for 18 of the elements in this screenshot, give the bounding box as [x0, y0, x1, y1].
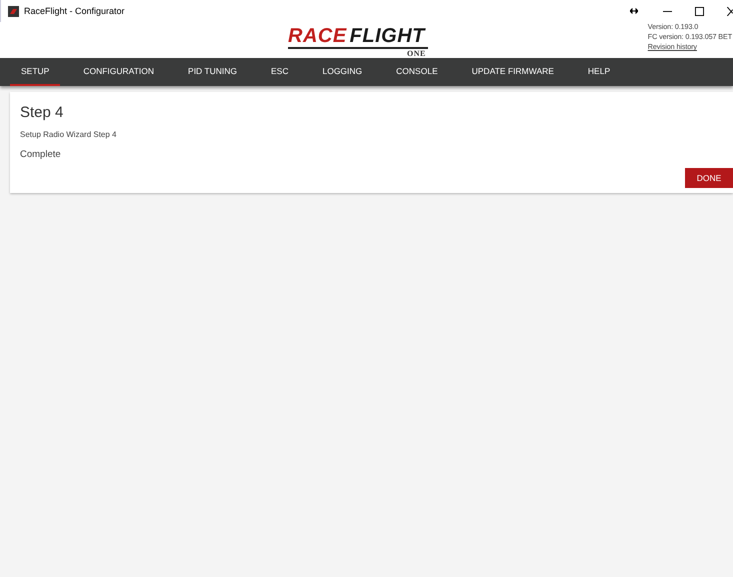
logo: RACEFLIGHT ONE: [288, 26, 429, 58]
resize-icon[interactable]: [630, 8, 638, 14]
status-text: Complete: [20, 149, 62, 160]
app-icon: [8, 6, 19, 16]
nav-tab[interactable]: CONSOLE: [385, 58, 449, 86]
nav-tab[interactable]: CONFIGURATION: [72, 58, 166, 86]
window-title: RaceFlight - Configurator: [24, 6, 125, 16]
nav-tab[interactable]: LOGGING: [311, 58, 374, 86]
nav-tab[interactable]: ESC: [260, 58, 300, 86]
close-icon[interactable]: [727, 6, 733, 16]
nav-tab[interactable]: PID TUNING: [177, 58, 248, 86]
nav-tab[interactable]: UPDATE FIRMWARE: [460, 58, 565, 86]
done-button[interactable]: DONE: [685, 168, 733, 188]
step-title: Step 4: [20, 104, 64, 121]
step-subtitle: Setup Radio Wizard Step 4: [20, 130, 118, 139]
nav-tab[interactable]: HELP: [576, 58, 622, 86]
nav-tab[interactable]: SETUP: [10, 58, 60, 86]
maximize-icon[interactable]: [695, 6, 704, 16]
